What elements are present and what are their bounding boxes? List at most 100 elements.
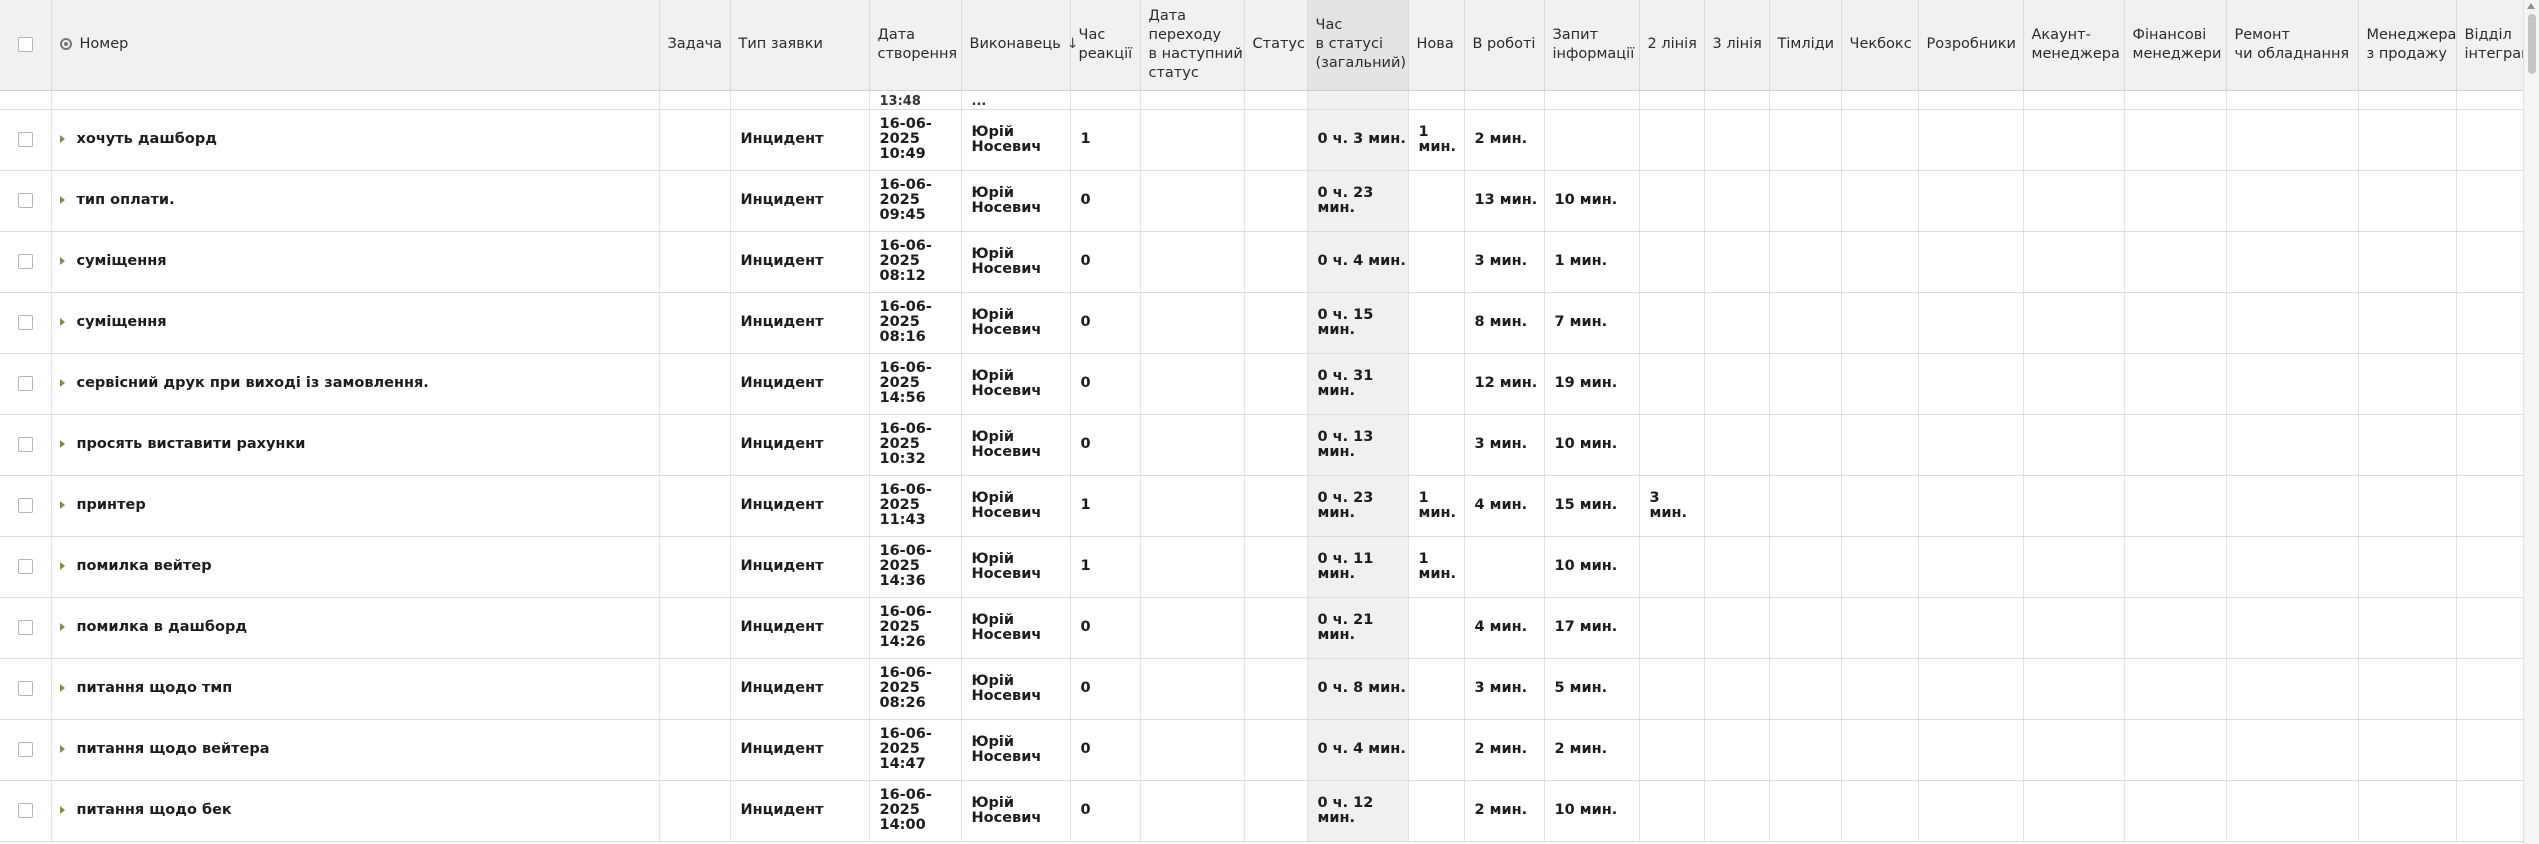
row-checkbox[interactable] bbox=[17, 497, 33, 513]
row-checkbox-cell[interactable] bbox=[0, 353, 52, 415]
row-checkbox-cell[interactable] bbox=[0, 170, 52, 232]
column-header-integration-dept[interactable]: Відділ інтеграції bbox=[2456, 0, 2524, 91]
column-header-number[interactable]: Номер bbox=[51, 0, 660, 91]
number-cell[interactable]: принтер bbox=[51, 475, 660, 537]
table-row[interactable]: суміщення Инцидент 16-06- 2025 08:16 Юрій Н… bbox=[0, 292, 2524, 354]
row-checkbox-cell[interactable] bbox=[0, 719, 52, 781]
row-checkbox-cell[interactable] bbox=[0, 780, 52, 842]
column-header-sales-managers[interactable]: Менеджера з продажу bbox=[2358, 0, 2457, 91]
column-header-created[interactable]: Дата створення bbox=[869, 0, 962, 91]
row-checkbox[interactable] bbox=[17, 253, 33, 269]
row-checkbox-cell[interactable] bbox=[0, 109, 52, 171]
column-header-type[interactable]: Тип заявки bbox=[730, 0, 870, 91]
column-header-new[interactable]: Нова bbox=[1408, 0, 1465, 91]
row-checkbox[interactable] bbox=[17, 192, 33, 208]
row-title[interactable]: принтер bbox=[77, 497, 146, 513]
row-title[interactable]: тип оплати. bbox=[77, 192, 175, 208]
number-cell[interactable]: помилка вейтер bbox=[51, 536, 660, 598]
row-checkbox[interactable] bbox=[17, 375, 33, 391]
table-row[interactable]: принтер Инцидент 16-06- 2025 11:43 Юрій Нос… bbox=[0, 475, 2524, 537]
column-header-status[interactable]: Статус bbox=[1244, 0, 1308, 91]
row-title[interactable]: помилка вейтер bbox=[77, 558, 212, 574]
table-row[interactable]: помилка в дашборд Инцидент 16-06- 2025 14:… bbox=[0, 597, 2524, 659]
row-checkbox[interactable] bbox=[17, 314, 33, 330]
expand-caret-icon[interactable] bbox=[59, 745, 65, 753]
expand-caret-icon[interactable] bbox=[59, 196, 65, 204]
expand-caret-icon[interactable] bbox=[59, 440, 65, 448]
number-cell[interactable]: сервісний друк при виході із замовлення. bbox=[51, 353, 660, 415]
row-checkbox[interactable] bbox=[17, 436, 33, 452]
column-header-line2[interactable]: 2 лінія bbox=[1639, 0, 1705, 91]
vertical-scrollbar[interactable] bbox=[2523, 0, 2539, 844]
row-checkbox-cell[interactable] bbox=[0, 597, 52, 659]
table-row[interactable]: питання щодо тмп Инцидент 16-06- 2025 08:2… bbox=[0, 658, 2524, 720]
expand-caret-icon[interactable] bbox=[59, 318, 65, 326]
row-checkbox-cell[interactable] bbox=[0, 414, 52, 476]
row-title[interactable]: питання щодо тмп bbox=[77, 680, 233, 696]
table-row[interactable]: суміщення Инцидент 16-06- 2025 08:12 Юрій Н… bbox=[0, 231, 2524, 293]
row-checkbox-cell[interactable] bbox=[0, 231, 52, 293]
column-header-checkbox[interactable]: Чекбокс bbox=[1841, 0, 1919, 91]
select-all-checkbox[interactable] bbox=[0, 0, 52, 91]
row-title[interactable]: сервісний друк при виході із замовлення. bbox=[77, 375, 429, 391]
number-cell[interactable]: просять виставити рахунки bbox=[51, 414, 660, 476]
column-header-time-in-status[interactable]: Час в статусі (загальний) bbox=[1307, 0, 1409, 91]
column-header-reaction[interactable]: Час реакції bbox=[1070, 0, 1141, 91]
row-checkbox[interactable] bbox=[17, 619, 33, 635]
expand-caret-icon[interactable] bbox=[59, 501, 65, 509]
number-cell[interactable]: суміщення bbox=[51, 231, 660, 293]
number-cell[interactable]: питання щодо бек bbox=[51, 780, 660, 842]
expand-caret-icon[interactable] bbox=[59, 562, 65, 570]
row-checkbox[interactable] bbox=[17, 802, 33, 818]
column-header-next-status-date[interactable]: Дата переходу в наступний статус bbox=[1140, 0, 1245, 91]
row-title[interactable]: просять виставити рахунки bbox=[77, 436, 306, 452]
row-title[interactable]: суміщення bbox=[77, 314, 167, 330]
column-header-assignee[interactable]: Виконавець ↓ bbox=[961, 0, 1078, 91]
column-header-line3[interactable]: 3 лінія bbox=[1704, 0, 1770, 91]
table-row[interactable]: питання щодо бек Инцидент 16-06- 2025 14:0… bbox=[0, 780, 2524, 842]
table-row[interactable]: просять виставити рахунки Инцидент 16-06- … bbox=[0, 414, 2524, 476]
column-header-teamlead[interactable]: Тімліди bbox=[1769, 0, 1842, 91]
row-title[interactable]: помилка в дашборд bbox=[77, 619, 248, 635]
row-checkbox-cell[interactable] bbox=[0, 292, 52, 354]
table-row[interactable]: хочуть дашборд Инцидент 16-06- 2025 10:49 Ю… bbox=[0, 109, 2524, 171]
column-header-info-request[interactable]: Запит інформації bbox=[1544, 0, 1640, 91]
table-row-partial[interactable]: 13:48 ... bbox=[0, 90, 2524, 110]
row-checkbox[interactable] bbox=[17, 680, 33, 696]
table-row[interactable]: питання щодо вейтера Инцидент 16-06- 2025 … bbox=[0, 719, 2524, 781]
expand-caret-icon[interactable] bbox=[59, 257, 65, 265]
checkbox-icon[interactable] bbox=[17, 36, 33, 52]
row-checkbox[interactable] bbox=[17, 558, 33, 574]
number-cell[interactable]: тип оплати. bbox=[51, 170, 660, 232]
number-cell[interactable]: питання щодо вейтера bbox=[51, 719, 660, 781]
expand-caret-icon[interactable] bbox=[59, 135, 65, 143]
column-header-in-work[interactable]: В роботі bbox=[1464, 0, 1545, 91]
expand-caret-icon[interactable] bbox=[59, 379, 65, 387]
table-row[interactable]: тип оплати. Инцидент 16-06- 2025 09:45 Юрій… bbox=[0, 170, 2524, 232]
scroll-up-arrow-icon[interactable] bbox=[2527, 3, 2535, 9]
table-row[interactable]: помилка вейтер Инцидент 16-06- 2025 14:36 Ю… bbox=[0, 536, 2524, 598]
column-settings-icon[interactable] bbox=[59, 38, 72, 51]
row-checkbox[interactable] bbox=[17, 131, 33, 147]
row-title[interactable]: питання щодо вейтера bbox=[77, 741, 270, 757]
row-checkbox-cell[interactable] bbox=[0, 658, 52, 720]
row-checkbox-cell[interactable] bbox=[0, 475, 52, 537]
expand-caret-icon[interactable] bbox=[59, 806, 65, 814]
row-checkbox[interactable] bbox=[17, 741, 33, 757]
number-cell[interactable]: хочуть дашборд bbox=[51, 109, 660, 171]
column-header-repair[interactable]: Ремонт чи обладнання bbox=[2226, 0, 2359, 91]
row-title[interactable]: хочуть дашборд bbox=[77, 131, 217, 147]
column-header-task[interactable]: Задача bbox=[659, 0, 731, 91]
expand-caret-icon[interactable] bbox=[59, 623, 65, 631]
expand-caret-icon[interactable] bbox=[59, 684, 65, 692]
sort-desc-icon[interactable]: ↓ bbox=[1067, 36, 1079, 52]
table-row[interactable]: сервісний друк при виході із замовлення.… bbox=[0, 353, 2524, 415]
number-cell[interactable]: помилка в дашборд bbox=[51, 597, 660, 659]
row-title[interactable]: питання щодо бек bbox=[77, 802, 232, 818]
number-cell[interactable]: питання щодо тмп bbox=[51, 658, 660, 720]
scrollbar-thumb[interactable] bbox=[2528, 14, 2536, 74]
row-title[interactable]: суміщення bbox=[77, 253, 167, 269]
column-header-account-managers[interactable]: Акаунт- менеджера bbox=[2023, 0, 2125, 91]
row-checkbox-cell[interactable] bbox=[0, 536, 52, 598]
column-header-finance-managers[interactable]: Фінансові менеджери bbox=[2124, 0, 2227, 91]
